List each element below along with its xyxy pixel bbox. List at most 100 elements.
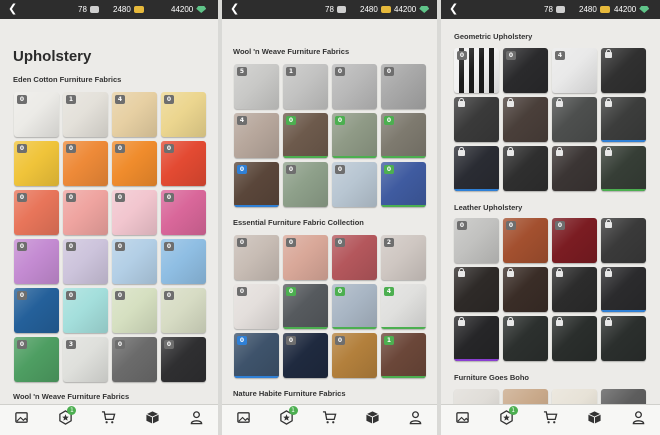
panel-content[interactable]: Wool 'n Weave Furniture Fabrics 51004000… bbox=[222, 19, 437, 404]
fabric-swatch[interactable] bbox=[552, 146, 597, 191]
fabric-swatch[interactable] bbox=[503, 316, 548, 361]
fabric-swatch[interactable]: 0 bbox=[112, 190, 157, 235]
nav-profile-button[interactable] bbox=[185, 409, 207, 431]
panel-content[interactable]: Geometric Upholstery 0 0 4 Leather Upholst… bbox=[441, 19, 660, 404]
fabric-swatch[interactable]: 0 bbox=[112, 239, 157, 284]
fabric-swatch[interactable]: 0 bbox=[381, 64, 426, 109]
fabric-swatch[interactable]: 1 bbox=[381, 333, 426, 378]
fabric-swatch[interactable] bbox=[454, 146, 499, 191]
fabric-swatch[interactable]: 0 bbox=[332, 162, 377, 207]
fabric-swatch[interactable]: 1 bbox=[283, 64, 328, 109]
fabric-swatch[interactable]: 0 bbox=[503, 48, 548, 93]
nav-cart-button[interactable] bbox=[319, 409, 341, 431]
fabric-swatch[interactable]: 0 bbox=[283, 162, 328, 207]
fabric-swatch[interactable]: 4 bbox=[552, 48, 597, 93]
chevron-left-icon[interactable]: ❮ bbox=[8, 2, 17, 15]
fabric-swatch[interactable]: 0 bbox=[14, 337, 59, 382]
fabric-swatch[interactable] bbox=[601, 316, 646, 361]
fabric-swatch[interactable]: 0 bbox=[14, 190, 59, 235]
nav-gallery-button[interactable] bbox=[233, 409, 255, 431]
fabric-swatch[interactable]: 0 bbox=[112, 141, 157, 186]
panel-upholstery-main[interactable]: ❮ 78 2480 44200 Upholstery Eden Cotton F… bbox=[0, 0, 218, 435]
fabric-swatch[interactable]: 0 bbox=[161, 337, 206, 382]
fabric-swatch[interactable]: 0 bbox=[14, 92, 59, 137]
nav-cart-button[interactable] bbox=[98, 409, 120, 431]
fabric-swatch[interactable] bbox=[601, 267, 646, 312]
fabric-swatch[interactable] bbox=[454, 316, 499, 361]
fabric-swatch[interactable]: 0 bbox=[161, 92, 206, 137]
fabric-swatch[interactable]: 4 bbox=[381, 284, 426, 329]
fabric-swatch[interactable] bbox=[552, 389, 597, 404]
fabric-swatch[interactable]: 5 bbox=[234, 64, 279, 109]
nav-profile-button[interactable] bbox=[627, 409, 649, 431]
fabric-swatch[interactable] bbox=[601, 389, 646, 404]
fabric-swatch[interactable] bbox=[503, 97, 548, 142]
fabric-swatch[interactable]: 0 bbox=[283, 284, 328, 329]
nav-star-hexagon-button[interactable]: 1 bbox=[496, 406, 518, 431]
nav-gallery-button[interactable] bbox=[11, 409, 33, 431]
nav-box-button[interactable] bbox=[142, 409, 164, 431]
nav-box-button[interactable] bbox=[362, 409, 384, 431]
panel-content[interactable]: Upholstery Eden Cotton Furniture Fabrics… bbox=[0, 19, 218, 404]
panel-upholstery-scrolled[interactable]: ❮ 78 2480 44200 Wool 'n Weave Furniture … bbox=[222, 0, 437, 435]
fabric-swatch[interactable] bbox=[503, 389, 548, 404]
panel-upholstery-further[interactable]: ❮ 78 2480 44200 Geometric Upholstery 0 0 4… bbox=[441, 0, 660, 435]
fabric-swatch[interactable] bbox=[552, 267, 597, 312]
fabric-swatch[interactable] bbox=[552, 316, 597, 361]
fabric-swatch[interactable]: 0 bbox=[503, 218, 548, 263]
fabric-swatch[interactable] bbox=[601, 146, 646, 191]
fabric-swatch[interactable]: 4 bbox=[112, 92, 157, 137]
fabric-swatch[interactable]: 0 bbox=[14, 141, 59, 186]
fabric-swatch[interactable]: 0 bbox=[283, 333, 328, 378]
nav-star-hexagon-button[interactable]: 1 bbox=[54, 406, 77, 431]
nav-star-hexagon-button[interactable]: 1 bbox=[276, 406, 298, 431]
fabric-swatch[interactable]: 0 bbox=[332, 284, 377, 329]
fabric-swatch[interactable]: 3 bbox=[63, 337, 108, 382]
fabric-swatch[interactable]: 0 bbox=[234, 284, 279, 329]
fabric-swatch[interactable]: 0 bbox=[454, 48, 499, 93]
fabric-swatch[interactable]: 0 bbox=[332, 113, 377, 158]
fabric-swatch[interactable]: 0 bbox=[381, 162, 426, 207]
fabric-swatch[interactable] bbox=[454, 97, 499, 142]
fabric-swatch[interactable]: 0 bbox=[234, 235, 279, 280]
fabric-swatch[interactable]: 1 bbox=[63, 92, 108, 137]
fabric-swatch[interactable]: 0 bbox=[283, 113, 328, 158]
fabric-swatch[interactable]: 0 bbox=[161, 288, 206, 333]
fabric-swatch[interactable]: 0 bbox=[14, 288, 59, 333]
fabric-swatch[interactable]: 0 bbox=[63, 190, 108, 235]
fabric-swatch[interactable]: 4 bbox=[234, 113, 279, 158]
fabric-swatch[interactable]: 0 bbox=[234, 162, 279, 207]
fabric-swatch[interactable]: 0 bbox=[14, 239, 59, 284]
fabric-swatch[interactable]: 0 bbox=[161, 239, 206, 284]
chevron-left-icon[interactable]: ❮ bbox=[230, 2, 239, 15]
fabric-swatch[interactable]: 0 bbox=[332, 235, 377, 280]
fabric-swatch[interactable]: 0 bbox=[283, 235, 328, 280]
fabric-swatch[interactable]: 0 bbox=[63, 141, 108, 186]
nav-box-button[interactable] bbox=[583, 409, 605, 431]
nav-profile-button[interactable] bbox=[405, 409, 427, 431]
fabric-swatch[interactable] bbox=[454, 267, 499, 312]
fabric-swatch[interactable]: 0 bbox=[63, 239, 108, 284]
fabric-swatch[interactable]: 0 bbox=[234, 333, 279, 378]
fabric-swatch[interactable]: 0 bbox=[161, 141, 206, 186]
fabric-swatch[interactable]: 0 bbox=[63, 288, 108, 333]
chevron-left-icon[interactable]: ❮ bbox=[449, 2, 458, 15]
fabric-swatch[interactable] bbox=[454, 389, 499, 404]
fabric-swatch[interactable]: 0 bbox=[332, 64, 377, 109]
fabric-swatch[interactable]: 0 bbox=[552, 218, 597, 263]
nav-gallery-button[interactable] bbox=[452, 409, 474, 431]
fabric-swatch[interactable]: 0 bbox=[381, 113, 426, 158]
fabric-swatch[interactable]: 0 bbox=[112, 288, 157, 333]
fabric-swatch[interactable]: 0 bbox=[161, 190, 206, 235]
fabric-swatch[interactable] bbox=[601, 218, 646, 263]
fabric-swatch[interactable] bbox=[503, 267, 548, 312]
fabric-swatch[interactable]: 0 bbox=[332, 333, 377, 378]
fabric-swatch[interactable] bbox=[601, 48, 646, 93]
fabric-swatch[interactable] bbox=[601, 97, 646, 142]
nav-cart-button[interactable] bbox=[539, 409, 561, 431]
fabric-swatch[interactable] bbox=[552, 97, 597, 142]
fabric-swatch[interactable]: 0 bbox=[112, 337, 157, 382]
fabric-swatch[interactable] bbox=[503, 146, 548, 191]
fabric-swatch[interactable]: 2 bbox=[381, 235, 426, 280]
fabric-swatch[interactable]: 0 bbox=[454, 218, 499, 263]
